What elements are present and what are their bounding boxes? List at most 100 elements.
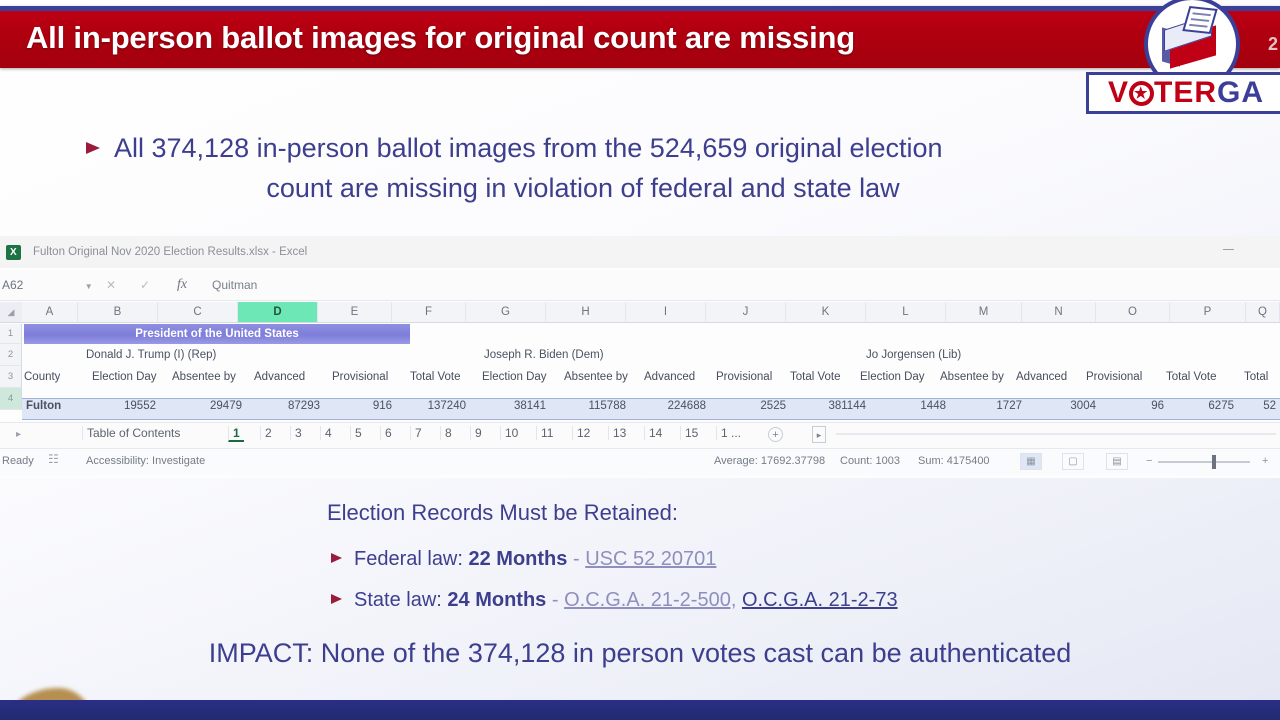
cell-value-4[interactable]: 137240 xyxy=(414,400,466,412)
column-header-h[interactable]: H xyxy=(546,302,626,322)
zoom-slider[interactable] xyxy=(1158,461,1250,463)
zoom-out-button[interactable]: − xyxy=(1146,455,1152,467)
retention-title: Election Records Must be Retained: xyxy=(327,500,678,525)
sheet-scroll-right-button[interactable]: ▸ xyxy=(812,426,826,443)
enter-icon[interactable]: ✓ xyxy=(128,278,162,292)
state-law-duration: 24 Months xyxy=(447,589,547,611)
column-header-a[interactable]: A xyxy=(22,302,78,322)
row-header-4[interactable]: 4 xyxy=(0,388,22,410)
zoom-slider-thumb[interactable] xyxy=(1212,455,1216,469)
sheet-tab-overflow[interactable]: 1 ... xyxy=(716,426,745,440)
cell-value-5[interactable]: 38141 xyxy=(494,400,546,412)
subheader-advanced-1: Advanced xyxy=(254,371,306,383)
column-header-c[interactable]: C xyxy=(158,302,238,322)
column-header-l[interactable]: L xyxy=(866,302,946,322)
sheet-tab-9[interactable]: 9 xyxy=(470,426,486,440)
chevron-down-icon[interactable]: ▼ xyxy=(85,282,93,291)
state-law-label: State law: xyxy=(354,589,442,611)
insert-function-icon[interactable]: fx xyxy=(162,277,202,293)
sheet-nav-next-icon[interactable]: ▸ xyxy=(16,429,21,440)
column-header-m[interactable]: M xyxy=(946,302,1022,322)
sheet-tab-11[interactable]: 11 xyxy=(536,426,557,440)
subheader-advanced-3: Advanced xyxy=(1016,371,1068,383)
federal-law-duration: 22 Months xyxy=(468,548,568,570)
column-header-i[interactable]: I xyxy=(626,302,706,322)
row-header-3[interactable]: 3 xyxy=(0,366,22,388)
name-box[interactable]: A62 ▼ xyxy=(0,278,94,292)
state-law-citation-1[interactable]: O.C.G.A. 21-2-500, xyxy=(564,589,736,611)
page-layout-view-button[interactable]: ▢ xyxy=(1062,453,1084,470)
cell-value-10[interactable]: 1448 xyxy=(892,400,946,412)
sheet-tab-6[interactable]: 6 xyxy=(380,426,396,440)
name-box-value: A62 xyxy=(2,278,24,292)
status-accessibility[interactable]: Accessibility: Investigate xyxy=(86,455,205,467)
cell-value-1[interactable]: 29479 xyxy=(190,400,242,412)
cell-value-9[interactable]: 381144 xyxy=(810,400,866,412)
cell-value-15[interactable]: 52 xyxy=(1244,400,1276,412)
sheet-tab-1[interactable]: 1 xyxy=(228,426,244,442)
cell-value-13[interactable]: 96 xyxy=(1118,400,1164,412)
subheader-advanced-2: Advanced xyxy=(644,371,696,383)
sheet-tab-3[interactable]: 3 xyxy=(290,426,306,440)
column-header-d[interactable]: D xyxy=(238,302,318,322)
sheet-tab-4[interactable]: 4 xyxy=(320,426,336,440)
excel-icon xyxy=(6,244,21,260)
cell-value-2[interactable]: 87293 xyxy=(268,400,320,412)
sheet-tab-7[interactable]: 7 xyxy=(410,426,426,440)
horizontal-scrollbar[interactable] xyxy=(836,433,1276,435)
column-header-n[interactable]: N xyxy=(1022,302,1096,322)
column-header-o[interactable]: O xyxy=(1096,302,1170,322)
formula-bar: A62 ▼ ✕ ✓ fx Quitman xyxy=(0,270,1280,301)
select-all-corner[interactable]: ◢ xyxy=(0,302,22,322)
cell-value-8[interactable]: 2525 xyxy=(732,400,786,412)
headline-block: All 374,128 in-person ballot images from… xyxy=(86,133,1176,203)
sheet-tab-5[interactable]: 5 xyxy=(350,426,366,440)
impact-statement: IMPACT: None of the 374,128 in person vo… xyxy=(208,638,1072,668)
column-header-q[interactable]: Q xyxy=(1246,302,1280,322)
candidate-jorgensen: Jo Jorgensen (Lib) xyxy=(866,349,962,361)
logo-letters-ga: GA xyxy=(1217,76,1264,109)
sheet-tab-15[interactable]: 15 xyxy=(680,426,702,440)
cell-value-3[interactable]: 916 xyxy=(346,400,392,412)
column-header-b[interactable]: B xyxy=(78,302,158,322)
add-sheet-button[interactable]: + xyxy=(768,427,783,442)
column-header-k[interactable]: K xyxy=(786,302,866,322)
sheet-tab-table-of-contents[interactable]: Table of Contents xyxy=(82,426,184,440)
merged-header-president: President of the United States xyxy=(24,324,410,344)
sheet-tab-10[interactable]: 10 xyxy=(500,426,522,440)
status-average: Average: 17692.37798 xyxy=(714,455,826,467)
minimize-button[interactable] xyxy=(1223,249,1234,250)
excel-title-bar: Fulton Original Nov 2020 Election Result… xyxy=(0,236,1280,268)
cancel-icon[interactable]: ✕ xyxy=(94,278,128,292)
column-header-g[interactable]: G xyxy=(466,302,546,322)
excel-screenshot: Fulton Original Nov 2020 Election Result… xyxy=(0,236,1280,478)
federal-law-citation[interactable]: USC 52 20701 xyxy=(585,548,716,570)
sheet-tab-2[interactable]: 2 xyxy=(260,426,276,440)
excel-window-title: Fulton Original Nov 2020 Election Result… xyxy=(33,246,308,258)
state-law-citation-2[interactable]: O.C.G.A. 21-2-73 xyxy=(742,589,898,611)
row-header-2[interactable]: 2 xyxy=(0,344,22,366)
sheet-tab-14[interactable]: 14 xyxy=(644,426,666,440)
column-header-e[interactable]: E xyxy=(318,302,392,322)
sheet-view-icon[interactable]: ☷ xyxy=(48,452,59,466)
sheet-tab-12[interactable]: 12 xyxy=(572,426,594,440)
column-header-f[interactable]: F xyxy=(392,302,466,322)
cell-value-11[interactable]: 1727 xyxy=(968,400,1022,412)
sheet-tab-8[interactable]: 8 xyxy=(440,426,456,440)
cell-value-0[interactable]: 19552 xyxy=(104,400,156,412)
cell-value-6[interactable]: 115788 xyxy=(572,400,626,412)
cell-value-7[interactable]: 224688 xyxy=(652,400,706,412)
page-break-view-button[interactable]: ▤ xyxy=(1106,453,1128,470)
normal-view-button[interactable]: ▦ xyxy=(1020,453,1042,470)
cell-county-fulton[interactable]: Fulton xyxy=(26,400,61,412)
cell-value-12[interactable]: 3004 xyxy=(1042,400,1096,412)
zoom-in-button[interactable]: + xyxy=(1262,455,1268,467)
formula-input[interactable]: Quitman xyxy=(212,278,257,292)
column-header-j[interactable]: J xyxy=(706,302,786,322)
subheader-county: County xyxy=(24,371,61,383)
headline-line-1-row: All 374,128 in-person ballot images from… xyxy=(86,133,1176,164)
row-header-1[interactable]: 1 xyxy=(0,324,22,344)
column-header-p[interactable]: P xyxy=(1170,302,1246,322)
sheet-tab-13[interactable]: 13 xyxy=(608,426,630,440)
cell-value-14[interactable]: 6275 xyxy=(1186,400,1234,412)
